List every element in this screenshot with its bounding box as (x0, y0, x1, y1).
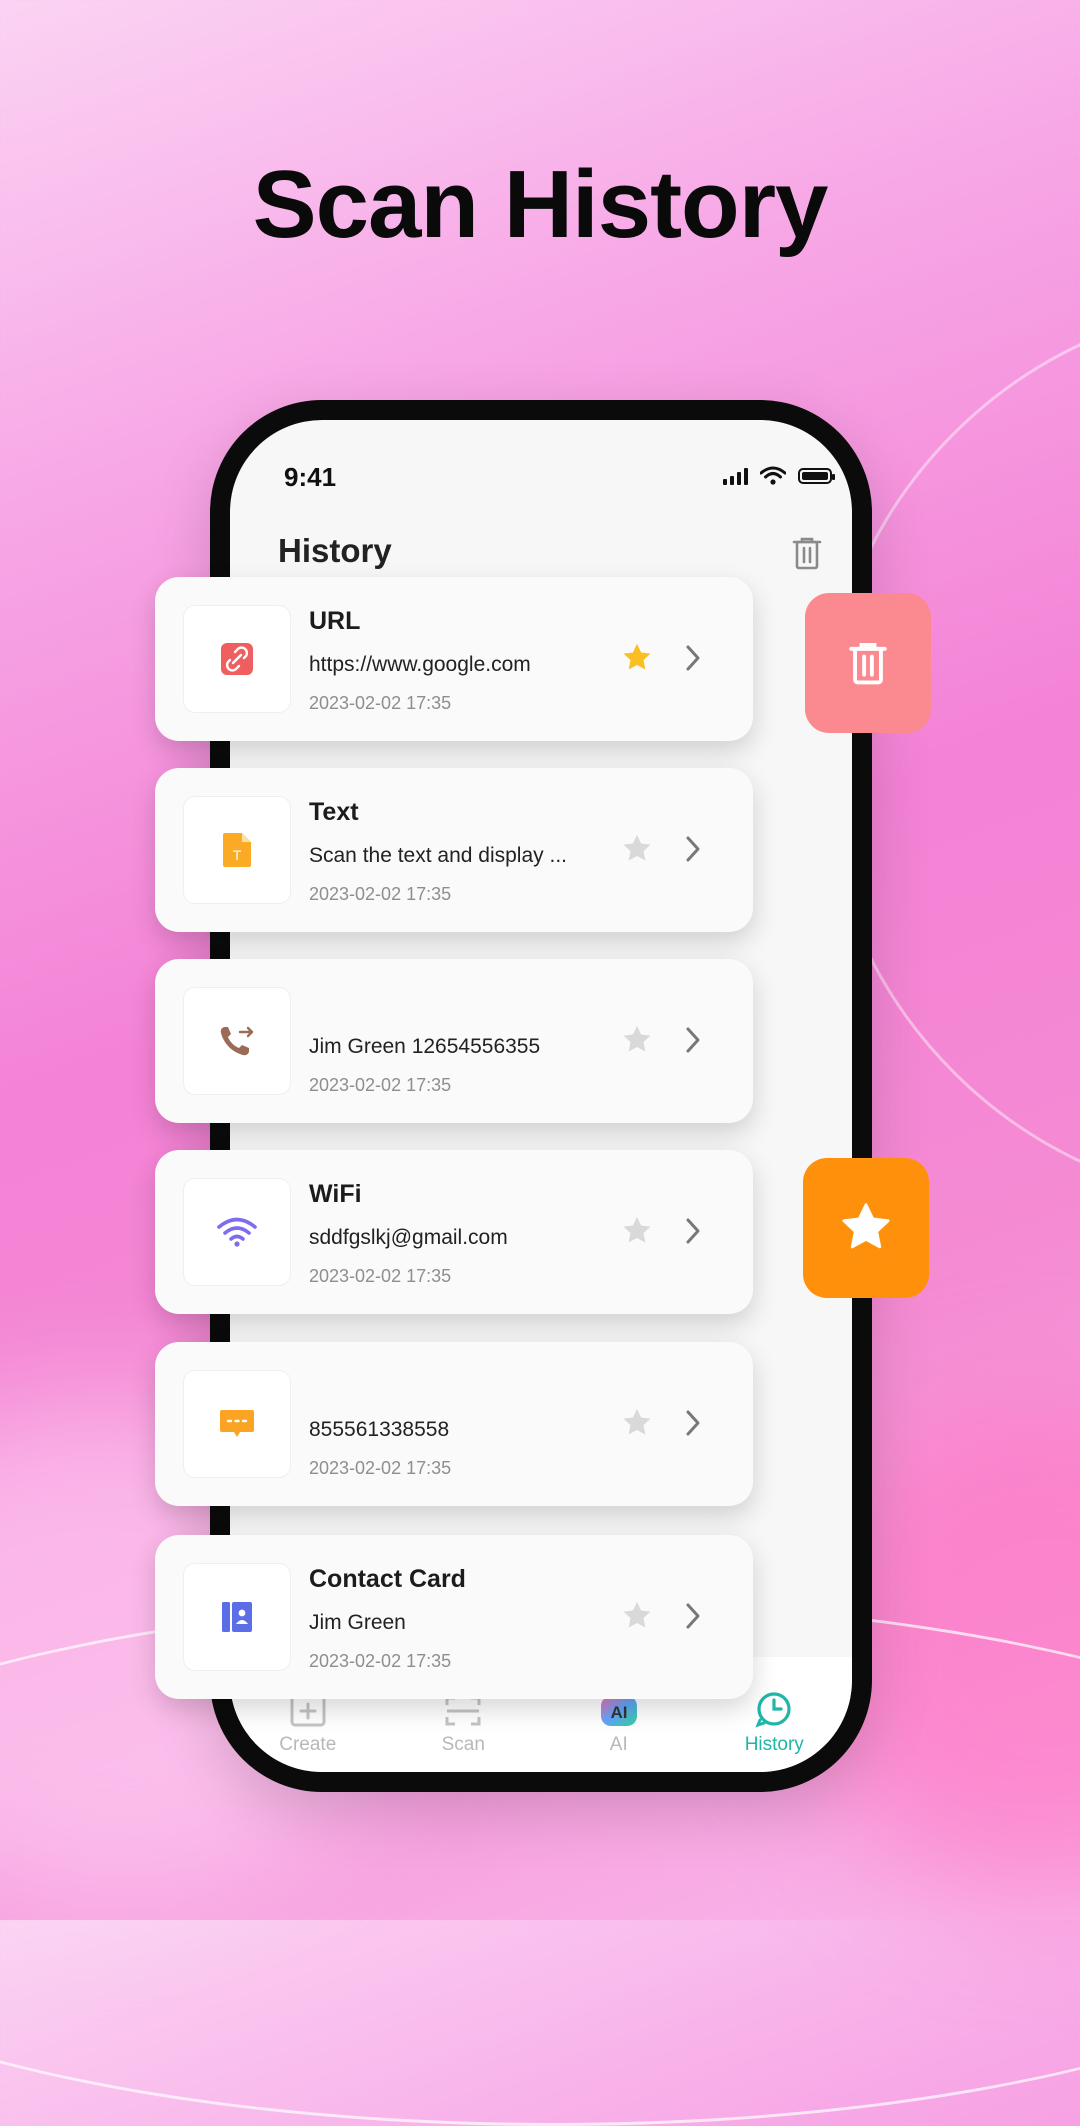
star-outline-icon (623, 1216, 651, 1243)
tab-ai-label: AI (609, 1734, 628, 1755)
history-card-sms[interactable]: 855561338558 2023-02-02 17:35 (155, 1342, 753, 1506)
card-title: URL (309, 607, 361, 635)
link-icon (221, 643, 253, 675)
card-date: 2023-02-02 17:35 (309, 1266, 452, 1286)
star-outline-icon (623, 1408, 651, 1435)
open-detail-button[interactable] (683, 643, 703, 678)
trash-icon (792, 537, 822, 570)
signal-icon (723, 467, 748, 485)
chevron-right-icon (686, 836, 700, 862)
swipe-delete-button[interactable] (805, 593, 931, 733)
tab-scan[interactable]: Scan (403, 1694, 523, 1756)
card-date: 2023-02-02 17:35 (309, 1651, 452, 1671)
star-icon (842, 1203, 890, 1249)
card-title: Contact Card (309, 1565, 466, 1593)
tab-history-label: History (744, 1734, 804, 1755)
card-content: 855561338558 (309, 1418, 450, 1441)
chevron-right-icon (686, 645, 700, 671)
tab-create-label: Create (279, 1734, 337, 1755)
open-detail-button[interactable] (683, 1216, 703, 1251)
history-card-contact[interactable]: Contact Card Jim Green 2023-02-02 17:35 (155, 1535, 753, 1699)
chevron-right-icon (686, 1603, 700, 1629)
svg-text:T: T (233, 847, 242, 863)
card-content: Scan the text and display ... (309, 844, 567, 867)
star-outline-icon (623, 1025, 651, 1052)
swipe-favorite-button[interactable] (803, 1158, 929, 1298)
battery-icon (798, 468, 835, 484)
status-icons (723, 466, 835, 486)
favorite-toggle[interactable] (620, 1406, 654, 1445)
clock-icon (755, 1692, 791, 1728)
star-outline-icon (623, 1601, 651, 1628)
card-date: 2023-02-02 17:35 (309, 1458, 452, 1478)
open-detail-button[interactable] (683, 1408, 703, 1443)
card-title: Text (309, 798, 359, 826)
screen-title: History (278, 532, 392, 569)
trash-icon (849, 642, 887, 685)
chevron-right-icon (686, 1410, 700, 1436)
favorite-toggle[interactable] (620, 832, 654, 871)
history-card-url[interactable]: URL https://www.google.com 2023-02-02 17… (155, 577, 753, 741)
scan-icon (445, 1696, 481, 1726)
card-date: 2023-02-02 17:35 (309, 884, 452, 904)
phone-icon (220, 1026, 254, 1056)
favorite-toggle[interactable] (620, 1023, 654, 1062)
wifi-icon (217, 1217, 257, 1247)
chevron-right-icon (686, 1218, 700, 1244)
status-time: 9:41 (284, 462, 337, 492)
star-outline-icon (623, 834, 651, 861)
card-content: sddfgslkj@gmail.com (309, 1226, 508, 1249)
history-card-text[interactable]: T Text Scan the text and display ... 202… (155, 768, 753, 932)
clear-history-button[interactable] (792, 536, 822, 575)
tab-history[interactable]: History (714, 1690, 834, 1756)
history-card-phone[interactable]: Jim Green 12654556355 2023-02-02 17:35 (155, 959, 753, 1123)
contact-card-icon (222, 1602, 252, 1632)
card-content: Jim Green 12654556355 (309, 1035, 541, 1058)
card-title: WiFi (309, 1180, 362, 1208)
tab-ai[interactable]: AI AI (559, 1694, 679, 1756)
star-filled-icon (623, 643, 651, 670)
text-file-icon: T (223, 833, 251, 867)
open-detail-button[interactable] (683, 1025, 703, 1060)
card-date: 2023-02-02 17:35 (309, 1075, 452, 1095)
favorite-toggle[interactable] (620, 641, 654, 680)
history-card-wifi[interactable]: WiFi sddfgslkj@gmail.com 2023-02-02 17:3… (155, 1150, 753, 1314)
headline: Scan History (252, 151, 829, 258)
ai-icon: AI (600, 1696, 637, 1726)
wifi-status-icon (760, 466, 786, 485)
card-date: 2023-02-02 17:35 (309, 693, 452, 713)
tab-create[interactable]: Create (248, 1694, 368, 1756)
svg-text:AI: AI (610, 1703, 627, 1722)
favorite-toggle[interactable] (620, 1599, 654, 1638)
favorite-toggle[interactable] (620, 1214, 654, 1253)
chevron-right-icon (686, 1027, 700, 1053)
card-content: https://www.google.com (309, 653, 531, 676)
card-content: Jim Green (309, 1611, 406, 1634)
open-detail-button[interactable] (683, 834, 703, 869)
message-icon (220, 1410, 254, 1437)
plus-square-icon (290, 1695, 326, 1727)
open-detail-button[interactable] (683, 1601, 703, 1636)
tab-scan-label: Scan (441, 1734, 485, 1755)
